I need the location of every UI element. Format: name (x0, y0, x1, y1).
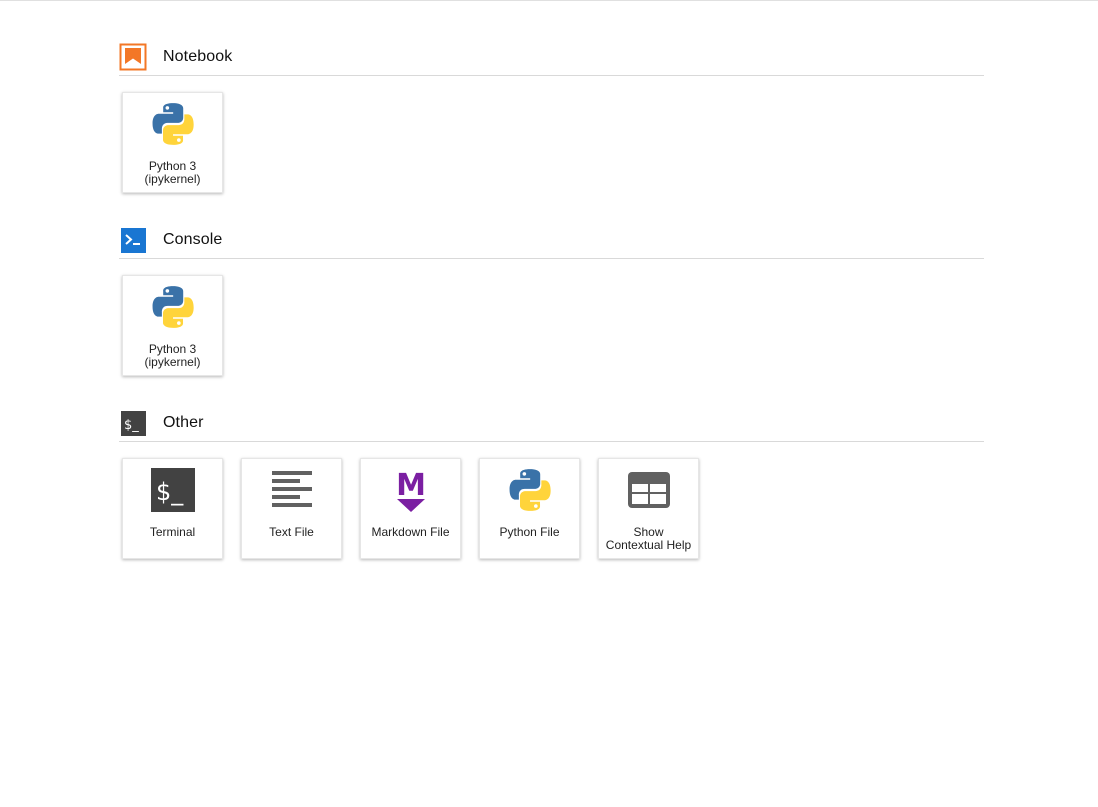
section-title-other: Other (163, 413, 204, 431)
section-header-other: $_ Other (119, 404, 984, 442)
card-label: Python File (482, 526, 577, 539)
card-label: Python 3 (ipykernel) (125, 160, 220, 186)
card-contextual-help[interactable]: Show Contextual Help (598, 458, 699, 559)
section-title-console: Console (163, 230, 223, 248)
card-label: Terminal (125, 526, 220, 539)
svg-text:$_: $_ (124, 418, 139, 433)
card-python-file[interactable]: Python File (479, 458, 580, 559)
python-logo-icon (480, 467, 579, 513)
card-label: Show Contextual Help (601, 526, 696, 552)
card-label: Markdown File (363, 526, 458, 539)
notebook-cards: Python 3 (ipykernel) (119, 76, 984, 193)
card-label: Text File (244, 526, 339, 539)
notebook-bookmark-icon (119, 43, 147, 71)
section-console: Console Python 3 (ipykernel) (119, 221, 984, 376)
contextual-help-icon (599, 467, 698, 513)
console-cards: Python 3 (ipykernel) (119, 259, 984, 376)
svg-text:$_: $_ (156, 478, 184, 506)
terminal-icon: $_ (123, 467, 222, 513)
terminal-dollar-icon: $_ (119, 409, 147, 437)
svg-text:M: M (396, 468, 426, 503)
card-label-line1: Text File (269, 525, 314, 539)
section-title-notebook: Notebook (163, 47, 233, 65)
card-console-python3[interactable]: Python 3 (ipykernel) (122, 275, 223, 376)
card-label-line1: Terminal (149, 525, 196, 539)
card-label-line1: Markdown File (371, 525, 450, 539)
python-logo-icon (123, 101, 222, 147)
launcher: Notebook Python 3 (ipykernel) Console Py… (0, 0, 1098, 807)
other-cards: $_ Terminal Text File M Markdown File Py… (119, 442, 984, 559)
card-label-line2: (ipykernel) (144, 355, 201, 369)
card-label-line2: Contextual Help (605, 538, 692, 552)
section-header-notebook: Notebook (119, 38, 984, 76)
card-label-line1: Python File (499, 525, 560, 539)
card-notebook-python3[interactable]: Python 3 (ipykernel) (122, 92, 223, 193)
section-notebook: Notebook Python 3 (ipykernel) (119, 38, 984, 193)
section-other: $_ Other $_ Terminal Text File M Markdow… (119, 404, 984, 559)
python-logo-icon (123, 284, 222, 330)
text-file-icon (242, 467, 341, 513)
section-header-console: Console (119, 221, 984, 259)
card-markdown-file[interactable]: M Markdown File (360, 458, 461, 559)
console-prompt-icon (119, 226, 147, 254)
card-label: Python 3 (ipykernel) (125, 343, 220, 369)
card-text-file[interactable]: Text File (241, 458, 342, 559)
markdown-icon: M (361, 467, 460, 513)
card-label-line2: (ipykernel) (144, 172, 201, 186)
card-terminal[interactable]: $_ Terminal (122, 458, 223, 559)
